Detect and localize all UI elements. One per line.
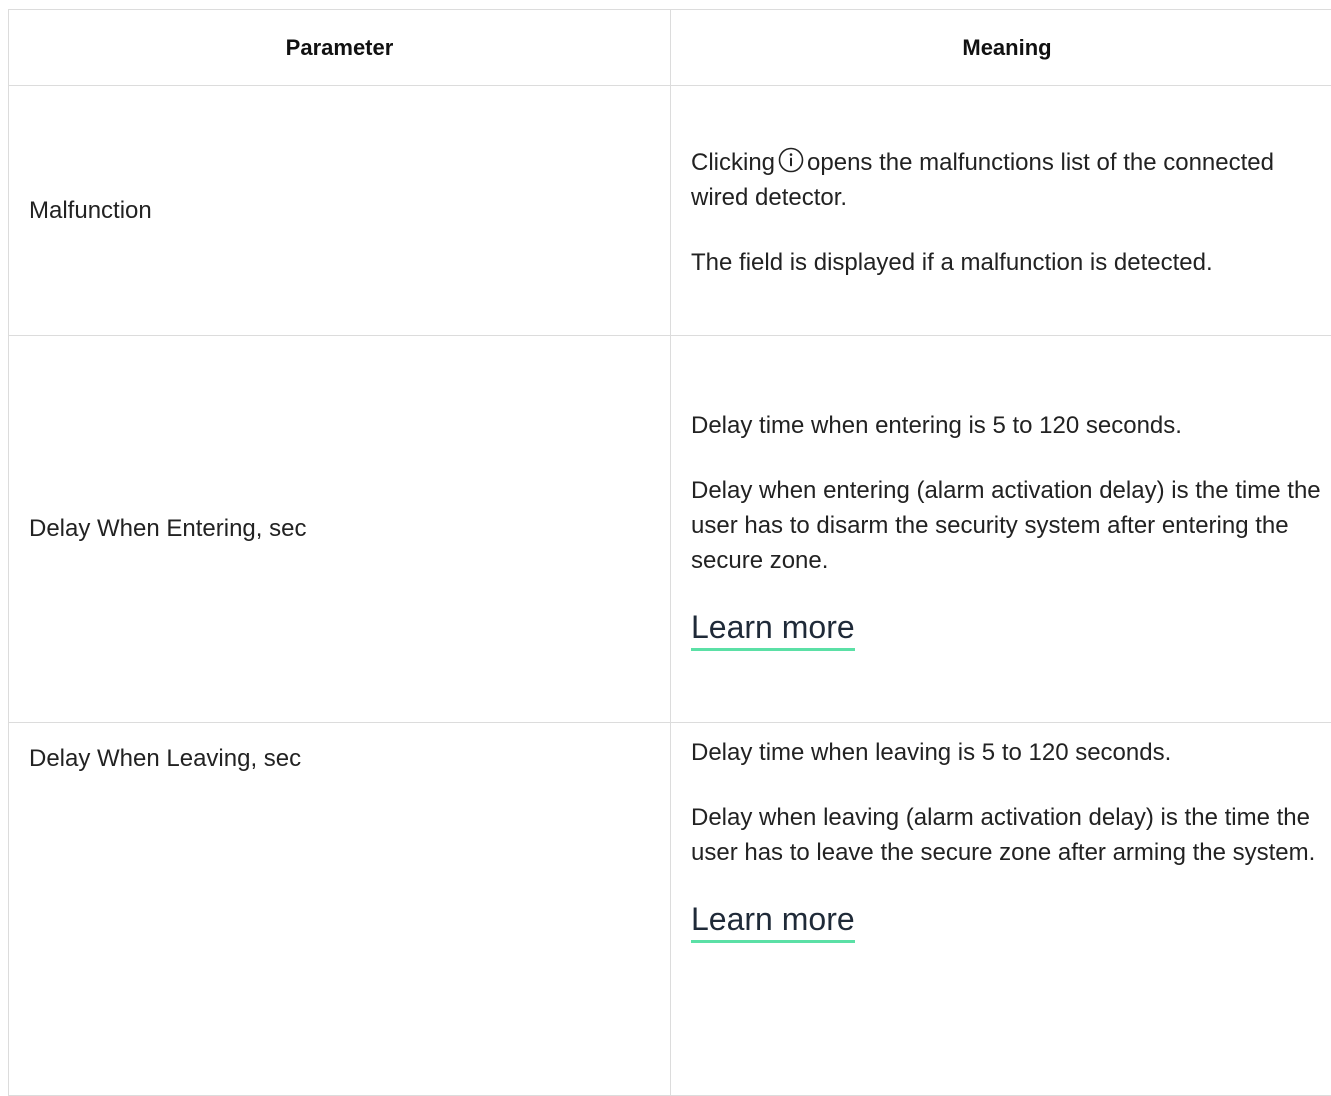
meaning-paragraph: Learn more <box>691 900 1323 943</box>
meaning-cell-malfunction: Clickingopens the malfunctions list of t… <box>671 86 1331 336</box>
learn-more-link[interactable]: Learn more <box>691 608 855 651</box>
meaning-text: Clicking <box>691 149 775 176</box>
parameter-cell-delay-leaving: Delay When Leaving, sec <box>9 723 671 1096</box>
parameter-text: Delay When Leaving, sec <box>29 723 650 773</box>
table-row: Delay When Entering, sec Delay time when… <box>9 336 1331 723</box>
parameters-table-container: Parameter Meaning Malfunction Clickingop… <box>8 9 1331 1096</box>
meaning-paragraph: Delay when leaving (alarm activation del… <box>691 800 1323 870</box>
learn-more-link[interactable]: Learn more <box>691 900 855 943</box>
meaning-paragraph: Delay time when entering is 5 to 120 sec… <box>691 408 1323 443</box>
meaning-paragraph: Delay time when leaving is 5 to 120 seco… <box>691 735 1323 770</box>
table-row: Delay When Leaving, sec Delay time when … <box>9 723 1331 1096</box>
meaning-cell-delay-entering: Delay time when entering is 5 to 120 sec… <box>671 336 1331 723</box>
meaning-paragraph: Delay when entering (alarm activation de… <box>691 473 1323 578</box>
table-row: Malfunction Clickingopens the malfunctio… <box>9 86 1331 336</box>
info-circle-icon <box>778 147 804 173</box>
header-meaning: Meaning <box>671 10 1331 86</box>
parameter-cell-malfunction: Malfunction <box>9 86 671 336</box>
meaning-paragraph: The field is displayed if a malfunction … <box>691 245 1323 280</box>
meaning-cell-delay-leaving: Delay time when leaving is 5 to 120 seco… <box>671 723 1331 1096</box>
parameter-cell-delay-entering: Delay When Entering, sec <box>9 336 671 723</box>
table-header-row: Parameter Meaning <box>9 10 1331 86</box>
meaning-paragraph: Clickingopens the malfunctions list of t… <box>691 145 1323 215</box>
header-parameter: Parameter <box>9 10 671 86</box>
parameters-table: Parameter Meaning Malfunction Clickingop… <box>8 9 1331 1096</box>
meaning-paragraph: Learn more <box>691 608 1323 651</box>
